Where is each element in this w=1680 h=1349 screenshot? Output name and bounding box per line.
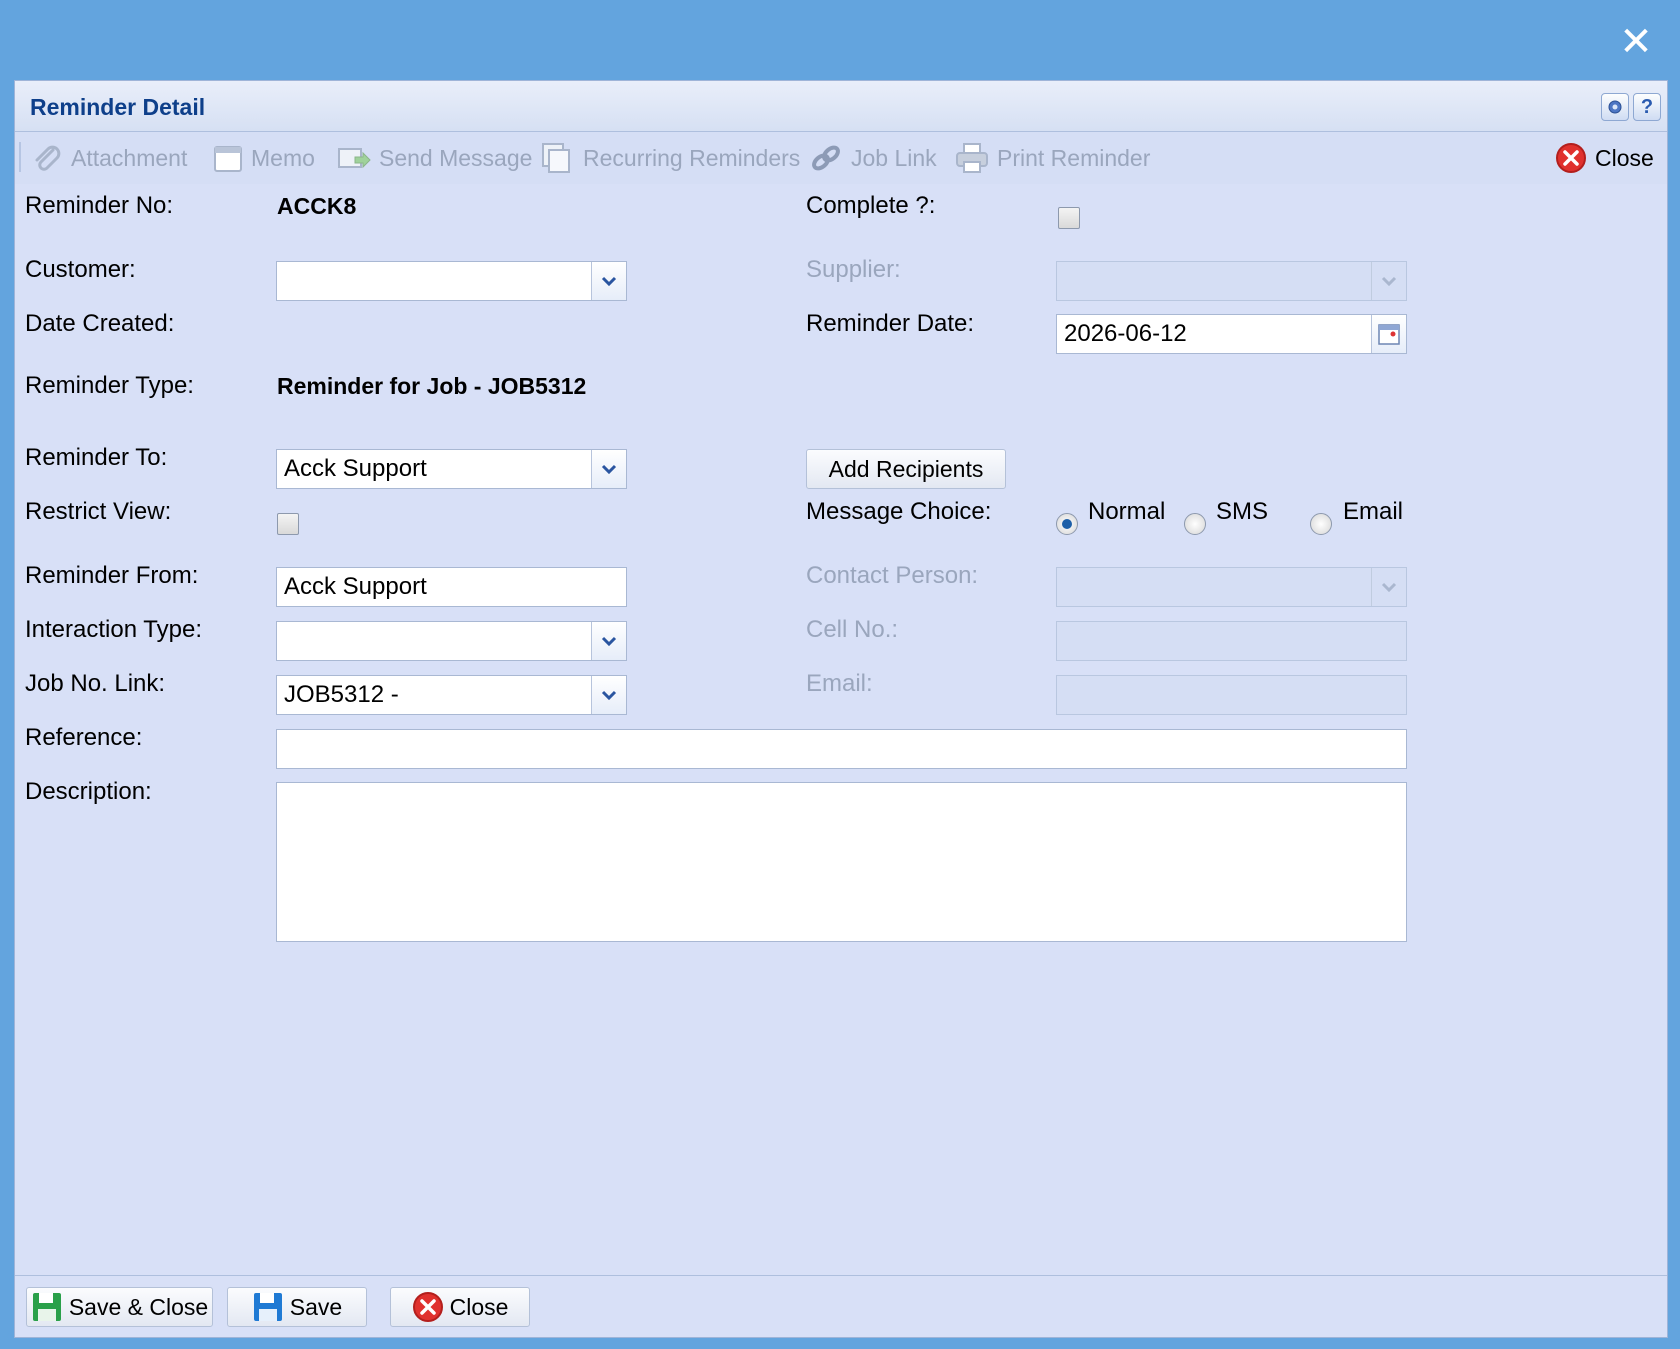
send-message-button[interactable]: Send Message xyxy=(337,138,532,178)
toolbar-close-label: Close xyxy=(1595,144,1654,171)
email-label: Email: xyxy=(806,670,873,697)
save-floppy-icon xyxy=(31,1291,63,1323)
message-choice-normal-label: Normal xyxy=(1088,498,1166,525)
footer-separator xyxy=(15,1275,1667,1276)
supplier-combobox xyxy=(1056,261,1407,301)
reminder-to-combobox[interactable]: Acck Support xyxy=(276,449,627,489)
paperclip-icon xyxy=(31,142,63,174)
message-choice-sms-label: SMS xyxy=(1216,498,1269,525)
dialog-toolbar: Attachment Memo Send Message Recurring R… xyxy=(15,132,1667,184)
reminder-from-label: Reminder From: xyxy=(25,562,199,589)
description-label: Description: xyxy=(25,778,152,805)
save-button[interactable]: Save xyxy=(227,1287,367,1327)
reminder-no-value: ACCK8 xyxy=(277,193,357,219)
attachment-label: Attachment xyxy=(71,144,188,171)
chain-link-icon xyxy=(809,142,843,174)
job-link-button[interactable]: Job Link xyxy=(809,138,937,178)
reminder-date-value: 2026-06-12 xyxy=(1064,320,1187,347)
message-choice-sms-radio[interactable] xyxy=(1184,513,1206,535)
send-message-label: Send Message xyxy=(379,144,533,171)
save-and-close-label: Save & Close xyxy=(68,1293,209,1320)
calendar-icon[interactable] xyxy=(1371,315,1406,353)
contact-person-label: Contact Person: xyxy=(806,562,979,589)
dialog-title: Reminder Detail xyxy=(30,94,206,120)
toolbar-separator xyxy=(19,142,21,172)
chevron-down-icon[interactable] xyxy=(591,622,626,660)
complete-label: Complete ?: xyxy=(806,192,936,219)
supplier-label: Supplier: xyxy=(806,256,901,283)
reminder-date-field[interactable]: 2026-06-12 xyxy=(1056,314,1407,354)
reminder-type-label: Reminder Type: xyxy=(25,372,194,399)
save-floppy-icon xyxy=(252,1291,284,1323)
job-no-link-value: JOB5312 - xyxy=(284,681,399,708)
close-circle-icon xyxy=(1555,142,1587,174)
cell-no-label: Cell No.: xyxy=(806,616,899,643)
chevron-down-icon xyxy=(1371,262,1406,300)
message-choice-email-radio[interactable] xyxy=(1310,513,1332,535)
job-no-link-combobox[interactable]: JOB5312 - xyxy=(276,675,627,715)
settings-gear-icon[interactable] xyxy=(1601,93,1629,121)
complete-checkbox[interactable] xyxy=(1058,207,1080,229)
reminder-no-label: Reminder No: xyxy=(25,192,174,219)
reminder-type-value: Reminder for Job - JOB5312 xyxy=(277,373,587,399)
restrict-view-checkbox[interactable] xyxy=(277,513,299,535)
reminder-detail-dialog: Reminder Detail ? Attachment Memo Send M… xyxy=(14,80,1668,1338)
save-label: Save xyxy=(289,1293,343,1320)
chevron-down-icon xyxy=(1371,568,1406,606)
close-circle-icon xyxy=(412,1291,444,1323)
recurring-pages-icon xyxy=(541,142,575,174)
message-choice-normal-radio[interactable] xyxy=(1056,513,1078,535)
cell-no-field xyxy=(1056,621,1407,661)
recurring-reminders-label: Recurring Reminders xyxy=(583,144,801,171)
footer-close-button[interactable]: Close xyxy=(390,1287,530,1327)
memo-label: Memo xyxy=(251,144,315,171)
print-reminder-label: Print Reminder xyxy=(997,144,1151,171)
message-choice-email-label: Email xyxy=(1343,498,1404,525)
job-no-link-label: Job No. Link: xyxy=(25,670,166,697)
chevron-down-icon[interactable] xyxy=(591,450,626,488)
reference-field[interactable] xyxy=(276,729,1407,769)
interaction-type-label: Interaction Type: xyxy=(25,616,202,643)
date-created-label: Date Created: xyxy=(25,310,175,337)
restrict-view-label: Restrict View: xyxy=(25,498,172,525)
contact-person-combobox xyxy=(1056,567,1407,607)
overlay-close-icon[interactable]: ✕ xyxy=(1618,22,1654,62)
interaction-type-combobox[interactable] xyxy=(276,621,627,661)
reminder-to-label: Reminder To: xyxy=(25,444,168,471)
calendar-memo-icon xyxy=(213,143,243,173)
chevron-down-icon[interactable] xyxy=(591,262,626,300)
attachment-button[interactable]: Attachment xyxy=(31,138,187,178)
description-textarea[interactable] xyxy=(276,782,1407,942)
reminder-date-label: Reminder Date: xyxy=(806,310,975,337)
reference-label: Reference: xyxy=(25,724,143,751)
reminder-from-value: Acck Support xyxy=(284,573,427,600)
printer-icon xyxy=(955,142,989,174)
footer-close-label: Close xyxy=(449,1293,509,1320)
recurring-reminders-button[interactable]: Recurring Reminders xyxy=(541,138,800,178)
toolbar-close-button[interactable]: Close xyxy=(1555,138,1654,178)
reminder-from-field[interactable]: Acck Support xyxy=(276,567,627,607)
reminder-to-value: Acck Support xyxy=(284,455,427,482)
memo-button[interactable]: Memo xyxy=(213,138,315,178)
email-field xyxy=(1056,675,1407,715)
save-and-close-button[interactable]: Save & Close xyxy=(26,1287,213,1327)
customer-combobox[interactable] xyxy=(276,261,627,301)
add-recipients-button[interactable]: Add Recipients xyxy=(806,449,1006,489)
message-choice-label: Message Choice: xyxy=(806,498,992,525)
chevron-down-icon[interactable] xyxy=(591,676,626,714)
print-reminder-button[interactable]: Print Reminder xyxy=(955,138,1150,178)
help-icon[interactable]: ? xyxy=(1633,93,1661,121)
send-message-icon xyxy=(337,143,371,173)
dialog-titlebar: Reminder Detail ? xyxy=(15,81,1667,132)
job-link-label: Job Link xyxy=(851,144,937,171)
customer-label: Customer: xyxy=(25,256,136,283)
